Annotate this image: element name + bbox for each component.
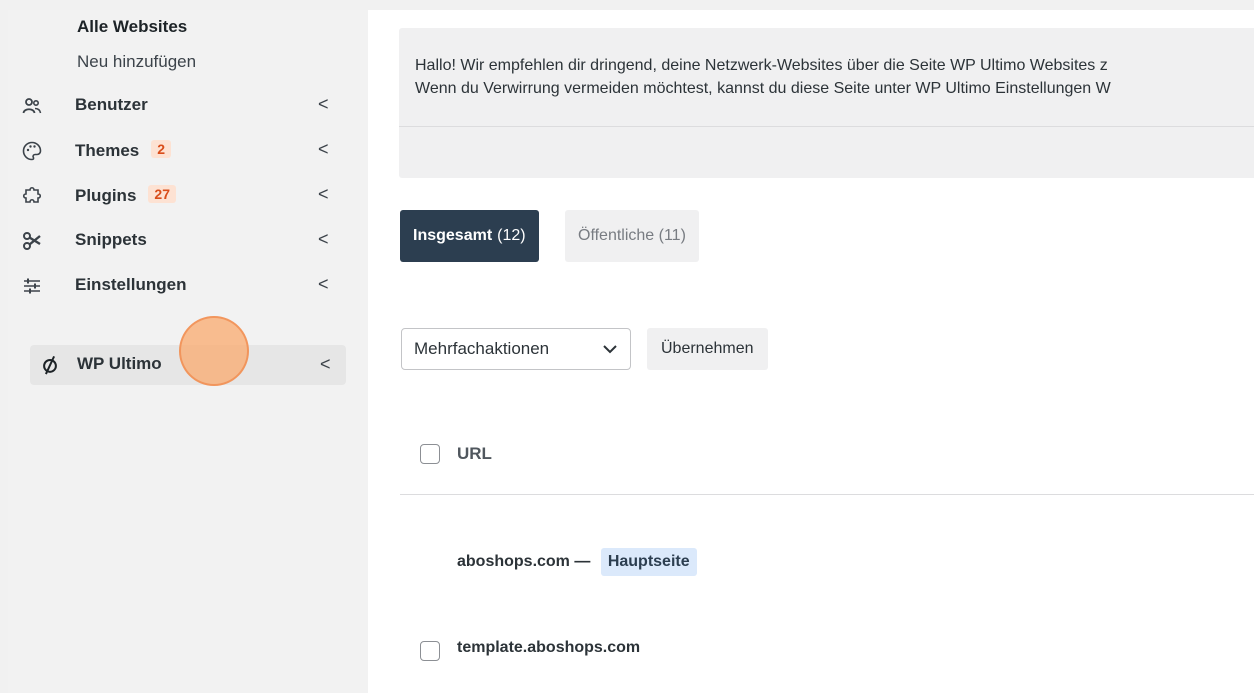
admin-notice: Hallo! Wir empfehlen dir dringend, deine… bbox=[399, 28, 1254, 178]
update-count-badge: 2 bbox=[151, 140, 172, 158]
tab-all[interactable]: Insgesamt (12) bbox=[400, 210, 539, 262]
palette-icon bbox=[22, 141, 42, 161]
sidebar-item-users[interactable]: Benutzer < bbox=[8, 86, 346, 126]
chevron-down-icon bbox=[600, 339, 620, 359]
chevron-left-icon: < bbox=[318, 139, 329, 159]
bulk-actions-selected: Mehrfachaktionen bbox=[414, 339, 550, 358]
site-url-link[interactable]: aboshops.com — bbox=[457, 553, 590, 570]
bulk-actions-select[interactable]: Mehrfachaktionen bbox=[401, 328, 631, 370]
submenu-all-websites[interactable]: Alle Websites bbox=[77, 17, 187, 37]
click-indicator bbox=[179, 316, 249, 386]
select-all-checkbox[interactable] bbox=[420, 444, 440, 464]
update-count-badge: 27 bbox=[148, 185, 176, 203]
chevron-left-icon: < bbox=[318, 229, 329, 249]
sidebar-item-label: Benutzer bbox=[75, 95, 148, 114]
wp-ultimo-icon bbox=[40, 355, 60, 375]
chevron-left-icon: < bbox=[320, 354, 331, 374]
plugin-icon bbox=[22, 186, 42, 206]
tab-all-label: Insgesamt bbox=[413, 227, 493, 244]
admin-frame: Alle Websites Neu hinzufügen Benutzer < … bbox=[8, 10, 1254, 693]
sidebar-item-settings[interactable]: Einstellungen < bbox=[8, 266, 346, 306]
main-content: Hallo! Wir empfehlen dir dringend, deine… bbox=[368, 10, 1254, 693]
sidebar-item-label: Themes 2 bbox=[75, 140, 172, 161]
notice-divider bbox=[399, 126, 1254, 127]
tab-public[interactable]: Öffentliche (11) bbox=[565, 210, 699, 262]
main-site-badge: Hauptseite bbox=[600, 548, 697, 576]
chevron-left-icon: < bbox=[318, 184, 329, 204]
sidebar-item-label: Snippets bbox=[75, 230, 147, 249]
chevron-left-icon: < bbox=[318, 274, 329, 294]
table-row: template.aboshops.com bbox=[457, 639, 640, 657]
sidebar-item-label: Plugins 27 bbox=[75, 185, 176, 206]
sidebar-item-plugins[interactable]: Plugins 27 < bbox=[8, 176, 346, 216]
submenu-add-new[interactable]: Neu hinzufügen bbox=[77, 52, 196, 72]
table-row: aboshops.com — Hauptseite bbox=[457, 548, 697, 576]
admin-sidebar: Alle Websites Neu hinzufügen Benutzer < … bbox=[8, 10, 368, 693]
table-header-divider bbox=[400, 494, 1254, 495]
sidebar-item-label: Einstellungen bbox=[75, 275, 187, 294]
sidebar-item-snippets[interactable]: Snippets < bbox=[8, 221, 346, 261]
sliders-icon bbox=[22, 276, 42, 296]
column-header-url[interactable]: URL bbox=[457, 444, 492, 464]
notice-text-line-1: Hallo! Wir empfehlen dir dringend, deine… bbox=[415, 57, 1108, 74]
tab-all-count: (12) bbox=[497, 227, 526, 244]
row-checkbox[interactable] bbox=[420, 641, 440, 661]
scissors-icon bbox=[22, 231, 42, 251]
notice-text-line-2: Wenn du Verwirrung vermeiden möchtest, k… bbox=[415, 80, 1111, 97]
users-icon bbox=[22, 96, 42, 116]
site-url-link[interactable]: template.aboshops.com bbox=[457, 639, 640, 656]
sidebar-item-label: WP Ultimo bbox=[77, 354, 162, 373]
sidebar-item-themes[interactable]: Themes 2 < bbox=[8, 131, 346, 171]
chevron-left-icon: < bbox=[318, 94, 329, 114]
apply-button[interactable]: Übernehmen bbox=[647, 328, 768, 370]
